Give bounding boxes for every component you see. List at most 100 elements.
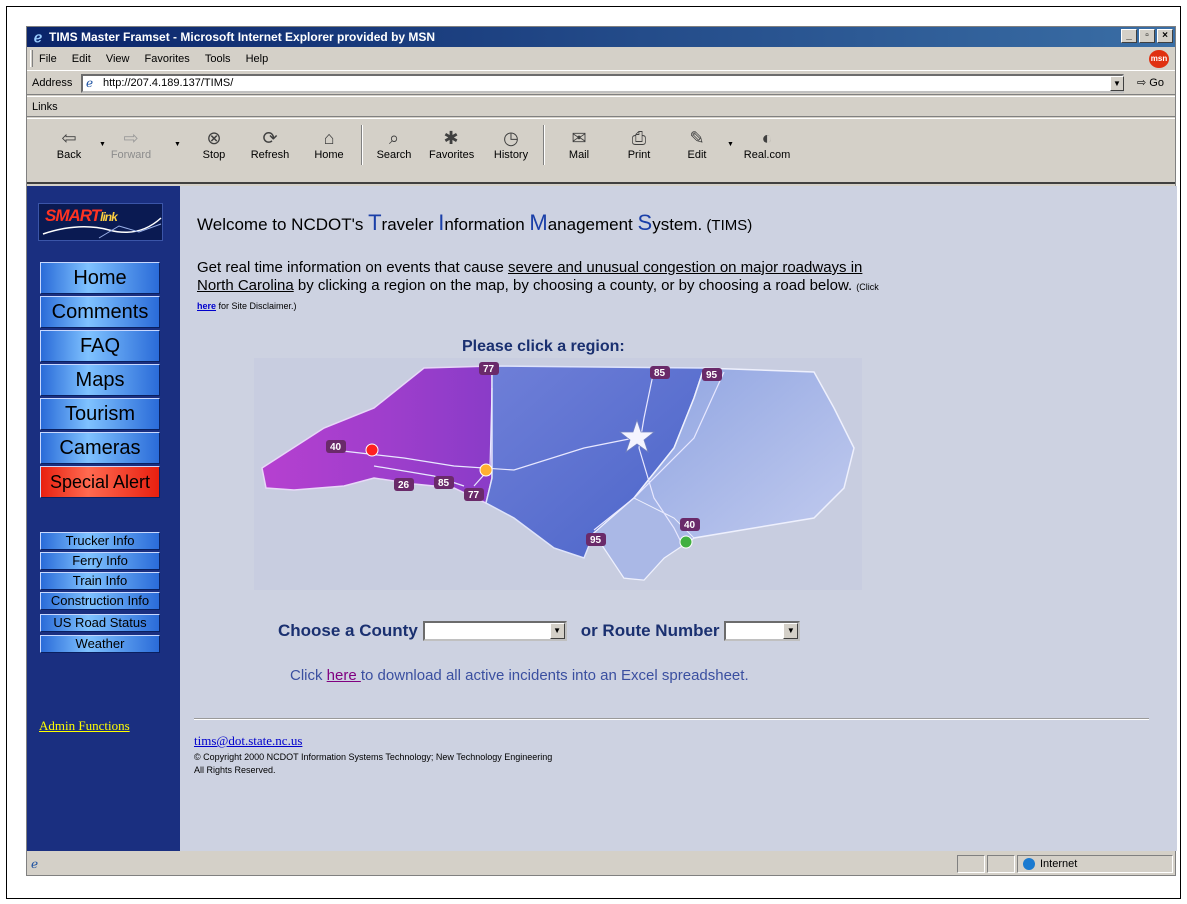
home-button[interactable]: ⌂ Home [307,127,351,161]
back-label: Back [56,149,82,161]
welcome-letter: T [368,210,382,235]
edit-label: Edit [687,149,707,161]
history-button[interactable]: ◷ History [489,127,533,161]
zone-label: Internet [1040,858,1078,870]
county-label: Choose a County [278,620,418,640]
menu-tools[interactable]: Tools [205,47,231,71]
window-controls: _ ▫ × [1119,29,1173,43]
smartlink-logo[interactable]: SMARTlink [38,203,163,241]
maximize-button[interactable]: ▫ [1139,29,1155,43]
search-button[interactable]: ⌕ Search [372,127,416,161]
go-arrow-icon: ⇨ [1137,77,1147,89]
nav-maps-button[interactable]: Maps [40,364,160,396]
menu-view[interactable]: View [106,47,130,71]
chevron-down-icon[interactable]: ▼ [783,622,799,639]
welcome-heading: Welcome to NCDOT's Traveler Information … [197,210,752,236]
address-input[interactable]: ℯ http://207.4.189.137/TIMS/ [81,74,1124,93]
title-bar: ℯ TIMS Master Framset - Microsoft Intern… [27,27,1175,47]
links-label[interactable]: Links [32,101,58,113]
welcome-text: nformation [444,215,530,234]
real-com-label: Real.com [743,149,791,161]
route-label: 26 [398,480,410,491]
map-city-marker-red[interactable] [365,443,379,457]
stop-button[interactable]: ⊗ Stop [192,127,236,161]
nav-faq-button[interactable]: FAQ [40,330,160,362]
close-button[interactable]: × [1157,29,1173,43]
forward-label: Forward [110,149,152,161]
refresh-button[interactable]: ⟳ Refresh [248,127,292,161]
favorites-icon: ✱ [443,128,459,148]
nav-comments-button[interactable]: Comments [40,296,160,328]
edit-icon: ✎ [689,128,705,148]
nav-us-road-status-button[interactable]: US Road Status [40,614,160,632]
forward-dropdown-icon[interactable]: ▼ [174,141,181,148]
print-button[interactable]: ⎙ Print [617,127,661,161]
smartlink-logo-text: SMARTlink [45,206,118,225]
contact-email-link[interactable]: tims@dot.state.nc.us [194,733,302,749]
minimize-button[interactable]: _ [1121,29,1137,43]
page-content: SMARTlink Home Comments FAQ Maps Tourism… [27,186,1177,851]
download-text: Click [290,667,327,684]
welcome-text: raveler [381,215,439,234]
ie-logo-icon: ℯ [33,29,43,45]
chevron-down-icon[interactable]: ▼ [549,622,565,639]
nav-home-button[interactable]: Home [40,262,160,294]
download-text: to download all active incidents into an… [360,667,749,684]
download-excel-link[interactable]: here [327,667,361,684]
menu-favorites[interactable]: Favorites [145,47,190,71]
real-com-icon: ◐ [761,128,773,148]
county-select[interactable]: ▼ [422,620,567,641]
route-label: 85 [438,478,450,489]
nav-ferry-info-button[interactable]: Ferry Info [40,552,160,570]
refresh-icon: ⟳ [262,128,278,148]
welcome-text: Welcome to NCDOT's [197,215,369,234]
menu-grip [30,50,33,67]
address-bar: Address ℯ http://207.4.189.137/TIMS/ ▼ ⇨… [27,72,1175,95]
download-line: Click here to download all active incide… [290,667,749,684]
history-icon: ◷ [503,128,519,148]
stop-icon: ⊗ [206,128,222,148]
search-icon: ⌕ [388,128,400,148]
edit-dropdown-icon[interactable]: ▼ [727,141,734,148]
back-button[interactable]: ⇦ Back [47,127,91,161]
welcome-text: ystem. [652,215,703,234]
home-label: Home [314,149,344,161]
nav-weather-button[interactable]: Weather [40,635,160,653]
mail-icon: ✉ [571,128,587,148]
edit-button[interactable]: ✎ Edit [675,127,719,161]
mail-button[interactable]: ✉ Mail [557,127,601,161]
nav-cameras-button[interactable]: Cameras [40,432,160,464]
forward-button[interactable]: ⇨ Forward [109,127,153,161]
nav-tourism-button[interactable]: Tourism [40,398,160,430]
forward-arrow-icon: ⇨ [123,128,139,148]
route-number-select[interactable]: ▼ [724,620,801,641]
nav-special-alert-button[interactable]: Special Alert [40,466,160,498]
address-dropdown-button[interactable]: ▼ [1110,76,1124,91]
menu-edit[interactable]: Edit [72,47,91,71]
real-com-button[interactable]: ◐ Real.com [737,127,797,161]
globe-icon [1023,858,1035,870]
favorites-button[interactable]: ✱ Favorites [429,127,474,161]
disclaimer-link[interactable]: here [197,301,216,311]
main-panel: Welcome to NCDOT's Traveler Information … [180,186,1177,851]
nc-region-map[interactable]: 77 85 95 40 26 85 77 95 40 [254,358,862,590]
address-label: Address [32,77,73,89]
map-city-marker-orange[interactable] [479,463,493,477]
nav-construction-info-button[interactable]: Construction Info [40,592,160,610]
go-button[interactable]: ⇨ Go [1137,76,1164,89]
nav-train-info-button[interactable]: Train Info [40,572,160,590]
map-city-marker-green[interactable] [679,535,693,549]
admin-functions-link[interactable]: Admin Functions [39,717,139,735]
history-label: History [493,149,529,161]
menu-file[interactable]: File [39,47,57,71]
mail-label: Mail [568,149,590,161]
msn-logo[interactable]: msn [1149,50,1169,68]
menu-help[interactable]: Help [246,47,269,71]
nav-trucker-info-button[interactable]: Trucker Info [40,532,160,550]
status-bar: ℯ Internet [27,853,1175,875]
back-dropdown-icon[interactable]: ▼ [99,141,106,148]
intro-text: by clicking a region on the map, by choo… [293,277,853,294]
rights-line: All Rights Reserved. [194,765,276,775]
address-url: http://207.4.189.137/TIMS/ [103,77,234,89]
refresh-label: Refresh [250,149,290,161]
